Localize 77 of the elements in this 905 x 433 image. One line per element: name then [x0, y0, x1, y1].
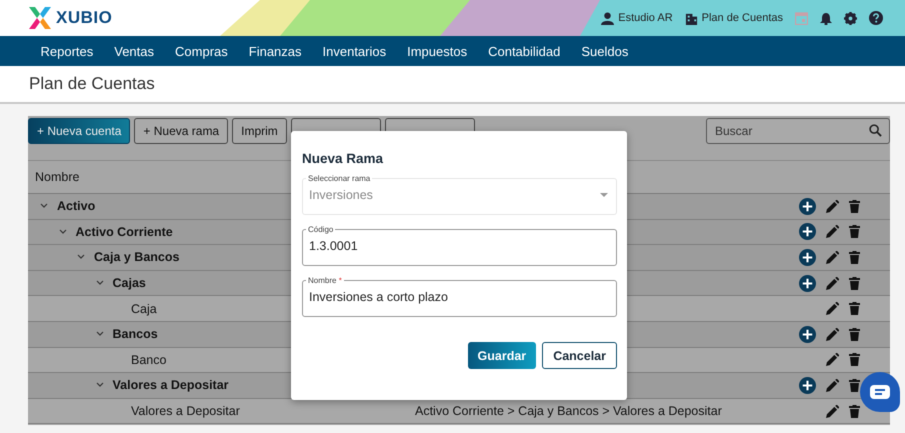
cancel-button[interactable]: Cancelar — [542, 342, 617, 369]
chevron-icon[interactable] — [77, 254, 85, 260]
delete-icon[interactable] — [849, 378, 860, 392]
account-name: Caja — [131, 302, 157, 316]
nav-link[interactable]: Contabilidad — [478, 44, 571, 58]
nav-link[interactable]: Inventarios — [312, 44, 397, 58]
chat-icon — [870, 385, 890, 399]
toolbar-button[interactable]: + Nueva cuenta — [28, 118, 130, 144]
chevron-icon[interactable] — [58, 228, 66, 235]
edit-icon[interactable] — [826, 353, 839, 366]
delete-icon[interactable] — [849, 328, 860, 341]
chevron-icon[interactable] — [96, 280, 104, 286]
edit-icon[interactable] — [826, 250, 839, 264]
add-icon[interactable] — [799, 376, 816, 394]
account-name: Cajas — [112, 276, 146, 290]
edit-icon[interactable] — [826, 328, 839, 341]
nav-link[interactable]: Finanzas — [238, 44, 312, 58]
account-name: Activo Corriente — [76, 224, 173, 239]
delete-icon[interactable] — [849, 250, 860, 264]
page-title: Plan de Cuentas — [29, 74, 155, 94]
search-icon — [869, 124, 882, 137]
nav-link[interactable]: Impuestos — [396, 44, 478, 58]
save-button[interactable]: Guardar — [468, 342, 536, 369]
search-input[interactable]: Buscar — [713, 122, 869, 138]
edit-icon[interactable] — [826, 302, 839, 316]
toolbar-button[interactable]: + Nueva rama — [134, 118, 228, 144]
account-name: Caja y Bancos — [94, 250, 180, 264]
chevron-icon[interactable] — [96, 382, 104, 388]
nav-link[interactable]: Sueldos — [570, 44, 639, 58]
add-icon[interactable] — [799, 198, 816, 215]
field-value[interactable]: 1.3.0001 — [309, 238, 608, 252]
logo-text: XUBIO — [56, 8, 112, 28]
settings-icon[interactable] — [844, 12, 857, 24]
edit-icon[interactable] — [826, 404, 839, 418]
user-icon — [601, 12, 614, 24]
nav-link[interactable]: Ventas — [104, 44, 165, 58]
add-icon[interactable] — [799, 248, 816, 266]
nav-link[interactable]: Reportes — [30, 44, 104, 58]
column-header: Nombre — [35, 170, 80, 184]
delete-icon[interactable] — [849, 353, 860, 366]
toolbar-button[interactable]: Imprim — [232, 118, 287, 144]
building-icon — [684, 12, 698, 24]
field-label: Seleccionar rama — [307, 174, 372, 183]
input-field[interactable]: Código 1.3.0001 — [302, 225, 617, 266]
dropdown-arrow-icon — [600, 192, 608, 196]
add-icon[interactable] — [799, 223, 816, 240]
edit-icon[interactable] — [826, 200, 839, 213]
chevron-icon[interactable] — [96, 331, 104, 338]
edit-icon[interactable] — [826, 225, 839, 238]
add-icon[interactable] — [799, 274, 816, 292]
bell-icon[interactable] — [820, 12, 832, 24]
delete-icon[interactable] — [849, 302, 860, 316]
delete-icon[interactable] — [849, 225, 860, 238]
account-name: Valores a Depositar — [112, 378, 229, 392]
delete-icon[interactable] — [849, 200, 860, 213]
add-icon[interactable] — [799, 326, 816, 343]
field-value[interactable]: Inversiones a corto plazo — [309, 290, 608, 304]
account-path: Activo Corriente > Caja y Bancos > Valores a Depositar — [415, 404, 722, 418]
edit-icon[interactable] — [826, 276, 839, 290]
field-label: Código — [307, 225, 334, 234]
account-name: Activo — [57, 199, 96, 214]
nav-link[interactable]: Compras — [164, 44, 238, 58]
search-field[interactable]: Buscar — [706, 118, 890, 144]
account-name: Valores a Depositar — [131, 404, 240, 418]
user-name[interactable]: Estudio AR — [618, 12, 673, 24]
delete-icon[interactable] — [849, 404, 860, 418]
field-label: Nombre * — [307, 276, 343, 285]
help-icon[interactable] — [869, 11, 883, 25]
account-name: Bancos — [112, 327, 158, 342]
input-field[interactable]: Nombre * Inversiones a corto plazo — [302, 276, 617, 317]
edit-icon[interactable] — [826, 378, 839, 392]
company-name[interactable]: Plan de Cuentas — [702, 12, 783, 24]
logo-icon — [29, 7, 51, 29]
dialog-title: Nueva Rama — [302, 151, 384, 166]
account-name: Banco — [131, 352, 166, 367]
chevron-icon[interactable] — [40, 203, 48, 210]
delete-icon[interactable] — [849, 276, 860, 290]
